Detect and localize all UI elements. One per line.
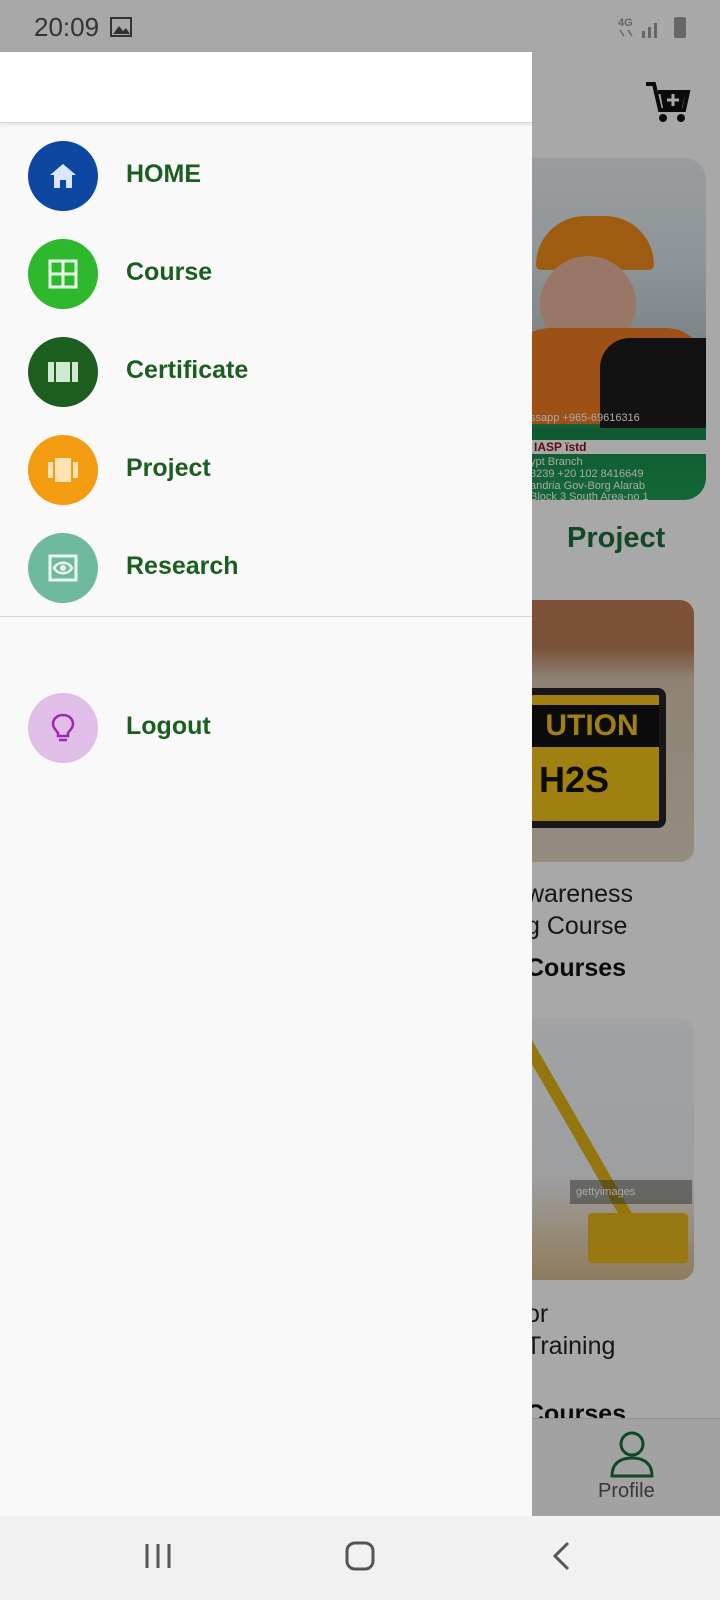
drawer-item-course[interactable]: Course [0, 229, 532, 319]
project-icon-circle [28, 435, 98, 505]
drawer-item-label: Logout [126, 712, 211, 740]
status-bar: 20:09 4G [0, 0, 720, 52]
drawer-item-label: Research [126, 552, 239, 580]
eye-icon-circle [28, 533, 98, 603]
drawer-item-label: Project [126, 454, 211, 482]
home-button-icon[interactable] [344, 1540, 376, 1572]
drawer-header [0, 52, 532, 123]
drawer-divider [0, 616, 532, 617]
battery-icon [674, 17, 686, 38]
grid-icon [48, 259, 78, 289]
drawer-item-label: HOME [126, 160, 201, 188]
home-icon [50, 164, 76, 188]
system-navigation-bar [0, 1516, 720, 1600]
certificate-icon [48, 362, 78, 382]
eye-icon [48, 554, 78, 582]
drawer-item-label: Certificate [126, 356, 249, 384]
lightbulb-icon [51, 713, 75, 742]
lightbulb-icon-circle [28, 693, 98, 763]
project-icon [48, 458, 78, 482]
drawer-item-project[interactable]: Project [0, 425, 532, 515]
drawer-item-logout[interactable]: Logout [0, 683, 532, 773]
recent-apps-icon[interactable] [144, 1540, 172, 1572]
grid-icon-circle [28, 239, 98, 309]
status-time: 20:09 [34, 12, 100, 42]
home-icon-circle [28, 141, 98, 211]
back-icon[interactable] [550, 1540, 572, 1572]
signal-icon: 4G [618, 17, 686, 38]
svg-text:4G: 4G [618, 17, 633, 29]
certificate-icon-circle [28, 337, 98, 407]
navigation-drawer: HOME Course Certificate Project Research… [0, 52, 532, 1516]
drawer-item-label: Course [126, 258, 213, 286]
drawer-item-certificate[interactable]: Certificate [0, 327, 532, 417]
drawer-item-home[interactable]: HOME [0, 131, 532, 221]
drawer-item-research[interactable]: Research [0, 523, 532, 613]
gallery-icon [110, 17, 132, 37]
